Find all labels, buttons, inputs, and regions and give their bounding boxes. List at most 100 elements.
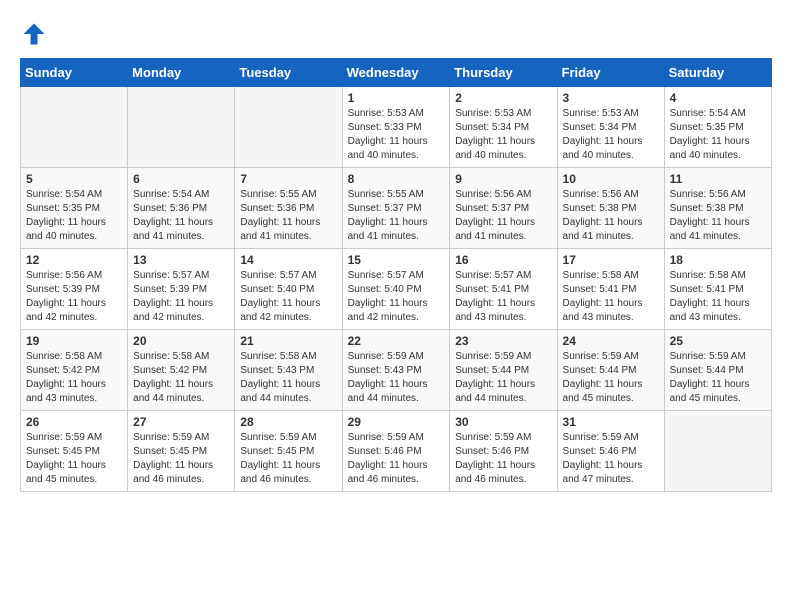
day-number: 31 bbox=[563, 415, 659, 429]
day-info: Sunrise: 5:57 AMSunset: 5:40 PMDaylight:… bbox=[348, 269, 445, 325]
logo bbox=[20, 20, 52, 48]
day-number: 12 bbox=[26, 253, 122, 267]
day-info: Sunrise: 5:59 AMSunset: 5:46 PMDaylight:… bbox=[563, 431, 659, 487]
day-info: Sunrise: 5:56 AMSunset: 5:39 PMDaylight:… bbox=[26, 269, 122, 325]
calendar-cell: 15 Sunrise: 5:57 AMSunset: 5:40 PMDayligh… bbox=[342, 249, 450, 330]
day-number: 20 bbox=[133, 334, 229, 348]
calendar-cell: 31 Sunrise: 5:59 AMSunset: 5:46 PMDayligh… bbox=[557, 411, 664, 492]
day-info: Sunrise: 5:59 AMSunset: 5:44 PMDaylight:… bbox=[563, 350, 659, 406]
day-info: Sunrise: 5:57 AMSunset: 5:39 PMDaylight:… bbox=[133, 269, 229, 325]
calendar-cell bbox=[235, 87, 342, 168]
day-number: 1 bbox=[348, 91, 445, 105]
day-number: 6 bbox=[133, 172, 229, 186]
calendar-cell: 7 Sunrise: 5:55 AMSunset: 5:36 PMDaylight… bbox=[235, 168, 342, 249]
calendar-cell: 21 Sunrise: 5:58 AMSunset: 5:43 PMDayligh… bbox=[235, 330, 342, 411]
calendar-cell: 22 Sunrise: 5:59 AMSunset: 5:43 PMDayligh… bbox=[342, 330, 450, 411]
day-info: Sunrise: 5:59 AMSunset: 5:46 PMDaylight:… bbox=[455, 431, 551, 487]
logo-icon bbox=[20, 20, 48, 48]
day-info: Sunrise: 5:59 AMSunset: 5:43 PMDaylight:… bbox=[348, 350, 445, 406]
calendar-cell: 3Sunrise: 5:53 AMSunset: 5:34 PMDaylight… bbox=[557, 87, 664, 168]
day-number: 28 bbox=[240, 415, 336, 429]
calendar-cell: 13 Sunrise: 5:57 AMSunset: 5:39 PMDayligh… bbox=[128, 249, 235, 330]
day-number: 9 bbox=[455, 172, 551, 186]
day-info: Sunrise: 5:58 AMSunset: 5:43 PMDaylight:… bbox=[240, 350, 336, 406]
day-number: 13 bbox=[133, 253, 229, 267]
day-number: 19 bbox=[26, 334, 122, 348]
calendar-cell: 30 Sunrise: 5:59 AMSunset: 5:46 PMDayligh… bbox=[450, 411, 557, 492]
day-number: 30 bbox=[455, 415, 551, 429]
calendar-cell: 12 Sunrise: 5:56 AMSunset: 5:39 PMDayligh… bbox=[21, 249, 128, 330]
day-info: Sunrise: 5:58 AMSunset: 5:41 PMDaylight:… bbox=[670, 269, 766, 325]
calendar-cell bbox=[664, 411, 771, 492]
calendar-cell: 17Sunrise: 5:58 AMSunset: 5:41 PMDayligh… bbox=[557, 249, 664, 330]
day-number: 14 bbox=[240, 253, 336, 267]
day-number: 15 bbox=[348, 253, 445, 267]
day-info: Sunrise: 5:59 AMSunset: 5:45 PMDaylight:… bbox=[26, 431, 122, 487]
day-number: 2 bbox=[455, 91, 551, 105]
calendar-week-row: 12 Sunrise: 5:56 AMSunset: 5:39 PMDayligh… bbox=[21, 249, 772, 330]
day-number: 10 bbox=[563, 172, 659, 186]
day-number: 27 bbox=[133, 415, 229, 429]
day-number: 21 bbox=[240, 334, 336, 348]
calendar-week-row: 19 Sunrise: 5:58 AMSunset: 5:42 PMDayligh… bbox=[21, 330, 772, 411]
day-number: 5 bbox=[26, 172, 122, 186]
day-info: Sunrise: 5:54 AMSunset: 5:35 PMDaylight:… bbox=[670, 107, 766, 163]
day-number: 4 bbox=[670, 91, 766, 105]
day-info: Sunrise: 5:58 AMSunset: 5:41 PMDaylight:… bbox=[563, 269, 659, 325]
calendar-cell: 28Sunrise: 5:59 AMSunset: 5:45 PMDayligh… bbox=[235, 411, 342, 492]
day-info: Sunrise: 5:59 AMSunset: 5:44 PMDaylight:… bbox=[670, 350, 766, 406]
day-info: Sunrise: 5:57 AMSunset: 5:40 PMDaylight:… bbox=[240, 269, 336, 325]
day-header-friday: Friday bbox=[557, 59, 664, 87]
day-info: Sunrise: 5:56 AMSunset: 5:38 PMDaylight:… bbox=[670, 188, 766, 244]
day-number: 23 bbox=[455, 334, 551, 348]
calendar-cell: 26 Sunrise: 5:59 AMSunset: 5:45 PMDayligh… bbox=[21, 411, 128, 492]
day-number: 11 bbox=[670, 172, 766, 186]
day-number: 29 bbox=[348, 415, 445, 429]
day-number: 8 bbox=[348, 172, 445, 186]
calendar-cell: 5Sunrise: 5:54 AMSunset: 5:35 PMDaylight… bbox=[21, 168, 128, 249]
day-info: Sunrise: 5:56 AMSunset: 5:37 PMDaylight:… bbox=[455, 188, 551, 244]
calendar-cell: 11 Sunrise: 5:56 AMSunset: 5:38 PMDayligh… bbox=[664, 168, 771, 249]
day-number: 26 bbox=[26, 415, 122, 429]
calendar-cell bbox=[21, 87, 128, 168]
day-info: Sunrise: 5:58 AMSunset: 5:42 PMDaylight:… bbox=[133, 350, 229, 406]
calendar-cell: 10 Sunrise: 5:56 AMSunset: 5:38 PMDayligh… bbox=[557, 168, 664, 249]
calendar-cell: 23Sunrise: 5:59 AMSunset: 5:44 PMDayligh… bbox=[450, 330, 557, 411]
day-header-monday: Monday bbox=[128, 59, 235, 87]
day-number: 24 bbox=[563, 334, 659, 348]
day-info: Sunrise: 5:55 AMSunset: 5:37 PMDaylight:… bbox=[348, 188, 445, 244]
calendar-cell: 27 Sunrise: 5:59 AMSunset: 5:45 PMDayligh… bbox=[128, 411, 235, 492]
day-info: Sunrise: 5:59 AMSunset: 5:46 PMDaylight:… bbox=[348, 431, 445, 487]
calendar-cell: 2 Sunrise: 5:53 AMSunset: 5:34 PMDaylight… bbox=[450, 87, 557, 168]
day-info: Sunrise: 5:55 AMSunset: 5:36 PMDaylight:… bbox=[240, 188, 336, 244]
day-info: Sunrise: 5:56 AMSunset: 5:38 PMDaylight:… bbox=[563, 188, 659, 244]
calendar-cell: 19 Sunrise: 5:58 AMSunset: 5:42 PMDayligh… bbox=[21, 330, 128, 411]
day-number: 16 bbox=[455, 253, 551, 267]
day-number: 25 bbox=[670, 334, 766, 348]
calendar-cell: 24 Sunrise: 5:59 AMSunset: 5:44 PMDayligh… bbox=[557, 330, 664, 411]
day-info: Sunrise: 5:58 AMSunset: 5:42 PMDaylight:… bbox=[26, 350, 122, 406]
day-header-thursday: Thursday bbox=[450, 59, 557, 87]
calendar-cell bbox=[128, 87, 235, 168]
day-info: Sunrise: 5:53 AMSunset: 5:34 PMDaylight:… bbox=[455, 107, 551, 163]
calendar-cell: 4 Sunrise: 5:54 AMSunset: 5:35 PMDaylight… bbox=[664, 87, 771, 168]
calendar-cell: 18Sunrise: 5:58 AMSunset: 5:41 PMDayligh… bbox=[664, 249, 771, 330]
day-header-tuesday: Tuesday bbox=[235, 59, 342, 87]
calendar-cell: 25 Sunrise: 5:59 AMSunset: 5:44 PMDayligh… bbox=[664, 330, 771, 411]
calendar-week-row: 5Sunrise: 5:54 AMSunset: 5:35 PMDaylight… bbox=[21, 168, 772, 249]
day-info: Sunrise: 5:59 AMSunset: 5:45 PMDaylight:… bbox=[133, 431, 229, 487]
day-header-sunday: Sunday bbox=[21, 59, 128, 87]
page-header bbox=[20, 20, 772, 48]
day-header-saturday: Saturday bbox=[664, 59, 771, 87]
day-number: 7 bbox=[240, 172, 336, 186]
calendar-header-row: SundayMondayTuesdayWednesdayThursdayFrid… bbox=[21, 59, 772, 87]
calendar-cell: 16Sunrise: 5:57 AMSunset: 5:41 PMDayligh… bbox=[450, 249, 557, 330]
day-info: Sunrise: 5:54 AMSunset: 5:36 PMDaylight:… bbox=[133, 188, 229, 244]
day-info: Sunrise: 5:53 AMSunset: 5:33 PMDaylight:… bbox=[348, 107, 445, 163]
calendar-cell: 8 Sunrise: 5:55 AMSunset: 5:37 PMDaylight… bbox=[342, 168, 450, 249]
calendar-cell: 9 Sunrise: 5:56 AMSunset: 5:37 PMDaylight… bbox=[450, 168, 557, 249]
day-number: 22 bbox=[348, 334, 445, 348]
calendar-cell: 1 Sunrise: 5:53 AMSunset: 5:33 PMDaylight… bbox=[342, 87, 450, 168]
calendar-cell: 29 Sunrise: 5:59 AMSunset: 5:46 PMDayligh… bbox=[342, 411, 450, 492]
calendar-week-row: 1 Sunrise: 5:53 AMSunset: 5:33 PMDaylight… bbox=[21, 87, 772, 168]
